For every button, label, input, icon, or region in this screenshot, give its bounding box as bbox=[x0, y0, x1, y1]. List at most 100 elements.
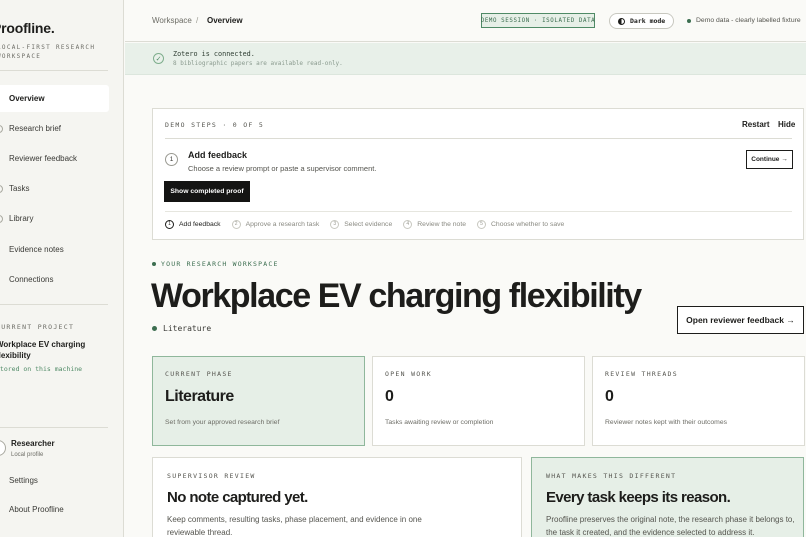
step-label: Add feedback bbox=[179, 220, 221, 228]
stat-label: REVIEW THREADS bbox=[605, 370, 678, 378]
step-progress: 1 Add feedback 2 Approve a research task… bbox=[165, 218, 575, 230]
stat-card-open-work: OPEN WORK 0 Tasks awaiting review or com… bbox=[372, 356, 585, 446]
banner-subtitle: 8 bibliographic papers are available rea… bbox=[173, 60, 343, 67]
stat-description: Tasks awaiting review or completion bbox=[385, 419, 494, 426]
demo-data-note: Demo data - clearly labelled fixture bbox=[687, 17, 801, 24]
sidebar-item-reviewer-feedback[interactable]: Reviewer feedback bbox=[0, 145, 109, 172]
sidebar-item-label: Tasks bbox=[9, 184, 30, 193]
restart-button[interactable]: Restart bbox=[742, 120, 770, 129]
step-number-badge: 1 bbox=[165, 153, 178, 166]
sidebar-item-label: Connections bbox=[9, 275, 54, 284]
sidebar-item-library[interactable]: Library bbox=[0, 205, 109, 232]
step-choose-save[interactable]: 5 Choose whether to save bbox=[477, 219, 565, 229]
card-title: No note captured yet. bbox=[167, 489, 308, 506]
status-dot-icon bbox=[152, 326, 157, 331]
step-approve-task[interactable]: 2 Approve a research task bbox=[231, 219, 320, 229]
brand-tagline: LOCAL-FIRST RESEARCH WORKSPACE bbox=[0, 44, 96, 60]
open-reviewer-feedback-button[interactable]: Open reviewer feedback → bbox=[677, 306, 804, 334]
stat-card-review-threads: REVIEW THREADS 0 Reviewer notes kept wit… bbox=[592, 356, 805, 446]
user-name[interactable]: Researcher bbox=[11, 439, 55, 448]
circle-icon bbox=[0, 124, 3, 133]
step-number: 3 bbox=[330, 219, 340, 229]
supervisor-review-card: SUPERVISOR REVIEW No note captured yet. … bbox=[152, 457, 522, 537]
sidebar-divider bbox=[0, 304, 108, 305]
dark-mode-label: Dark mode bbox=[630, 17, 666, 25]
step-number: 5 bbox=[477, 219, 486, 229]
sidebar-item-research-brief[interactable]: Research brief bbox=[0, 115, 109, 142]
sidebar-item-tasks[interactable]: Tasks bbox=[0, 175, 109, 202]
sidebar-item-overview[interactable]: Overview bbox=[0, 85, 109, 112]
step-label: Review the note bbox=[417, 220, 466, 228]
card-body: Proofline preserves the original note, t… bbox=[546, 515, 795, 537]
brand-logo[interactable]: Proofline. bbox=[0, 20, 55, 36]
contrast-icon bbox=[618, 17, 625, 25]
card-title: Every task keeps its reason. bbox=[546, 489, 731, 506]
demo-data-label: Demo data - clearly labelled fixture bbox=[696, 17, 801, 24]
sidebar-item-label: Library bbox=[9, 214, 34, 223]
steps-divider bbox=[165, 138, 792, 139]
storage-status: Stored on this machine bbox=[0, 365, 83, 373]
step-number: 2 bbox=[231, 219, 241, 229]
sidebar: Proofline. LOCAL-FIRST RESEARCH WORKSPAC… bbox=[0, 0, 124, 537]
stat-description: Reviewer notes kept with their outcomes bbox=[605, 419, 728, 426]
eyebrow-label: YOUR RESEARCH WORKSPACE bbox=[161, 260, 279, 268]
workspace-eyebrow: YOUR RESEARCH WORKSPACE bbox=[152, 260, 279, 268]
sidebar-item-evidence-notes[interactable]: Evidence notes bbox=[0, 236, 109, 263]
card-label: SUPERVISOR REVIEW bbox=[167, 472, 256, 480]
check-icon: ✓ bbox=[153, 53, 164, 64]
sidebar-divider bbox=[0, 427, 108, 428]
about-link[interactable]: About Proofline bbox=[9, 505, 64, 514]
step-add-feedback[interactable]: 1 Add feedback bbox=[165, 219, 221, 229]
zotero-banner: ✓ Zotero is connected. 8 bibliographic p… bbox=[125, 43, 806, 75]
step-review-note[interactable]: 4 Review the note bbox=[403, 219, 466, 229]
dark-mode-toggle[interactable]: Dark mode bbox=[609, 13, 674, 29]
status-dot-icon bbox=[152, 262, 156, 266]
hide-button[interactable]: Hide bbox=[778, 120, 795, 129]
demo-steps-panel: DEMO STEPS · 0 OF 5 Restart Hide 1 Add f… bbox=[152, 108, 804, 240]
breadcrumb-separator: / bbox=[196, 16, 199, 25]
sidebar-item-label: Reviewer feedback bbox=[9, 154, 78, 163]
page-title: Workplace EV charging flexibility bbox=[151, 277, 642, 315]
step-number: 4 bbox=[403, 219, 413, 229]
user-profile-type: Local profile bbox=[11, 452, 44, 458]
step-label: Choose whether to save bbox=[491, 220, 565, 228]
show-completed-proof-button[interactable]: Show completed proof bbox=[164, 181, 250, 202]
current-project-title[interactable]: Workplace EV charging flexibility bbox=[0, 339, 106, 361]
sidebar-divider bbox=[0, 70, 108, 71]
step-number: 1 bbox=[165, 219, 174, 229]
card-label: WHAT MAKES THIS DIFFERENT bbox=[546, 472, 677, 480]
settings-link[interactable]: Settings bbox=[9, 476, 38, 485]
stat-value: Literature bbox=[165, 388, 234, 405]
phase-indicator: Literature bbox=[152, 324, 211, 333]
steps-divider bbox=[165, 211, 792, 212]
sidebar-item-label: Evidence notes bbox=[9, 245, 64, 254]
current-project-label: CURRENT PROJECT bbox=[0, 323, 75, 331]
breadcrumb-current: Overview bbox=[207, 16, 243, 25]
phase-label: Literature bbox=[163, 324, 212, 333]
stat-value: 0 bbox=[605, 388, 614, 405]
stat-label: OPEN WORK bbox=[385, 370, 432, 378]
sidebar-item-label: Overview bbox=[9, 94, 45, 103]
stat-value: 0 bbox=[385, 388, 394, 405]
circle-icon bbox=[0, 184, 3, 193]
demo-steps-label: DEMO STEPS · 0 OF 5 bbox=[165, 121, 265, 129]
current-step-title: Add feedback bbox=[188, 150, 248, 160]
what-makes-different-card: WHAT MAKES THIS DIFFERENT Every task kee… bbox=[531, 457, 804, 537]
step-select-evidence[interactable]: 3 Select evidence bbox=[330, 219, 393, 229]
continue-button[interactable]: Continue → bbox=[746, 150, 793, 169]
sidebar-item-connections[interactable]: Connections bbox=[0, 266, 109, 293]
avatar[interactable] bbox=[0, 440, 6, 456]
sidebar-item-label: Research brief bbox=[9, 124, 62, 133]
circle-icon bbox=[0, 214, 3, 223]
banner-title: Zotero is connected. bbox=[173, 50, 255, 58]
step-label: Select evidence bbox=[344, 220, 393, 228]
step-label: Approve a research task bbox=[245, 220, 320, 228]
demo-session-badge: DEMO SESSION · ISOLATED DATA bbox=[481, 13, 595, 28]
stat-card-current-phase: CURRENT PHASE Literature Set from your a… bbox=[152, 356, 365, 446]
stat-description: Set from your approved research brief bbox=[165, 419, 280, 426]
current-step-description: Choose a review prompt or paste a superv… bbox=[188, 164, 377, 173]
breadcrumb-workspace[interactable]: Workspace bbox=[152, 16, 192, 25]
top-bar: Workspace / Overview DEMO SESSION · ISOL… bbox=[125, 0, 806, 42]
status-dot-icon bbox=[687, 18, 691, 23]
stat-label: CURRENT PHASE bbox=[165, 370, 233, 378]
